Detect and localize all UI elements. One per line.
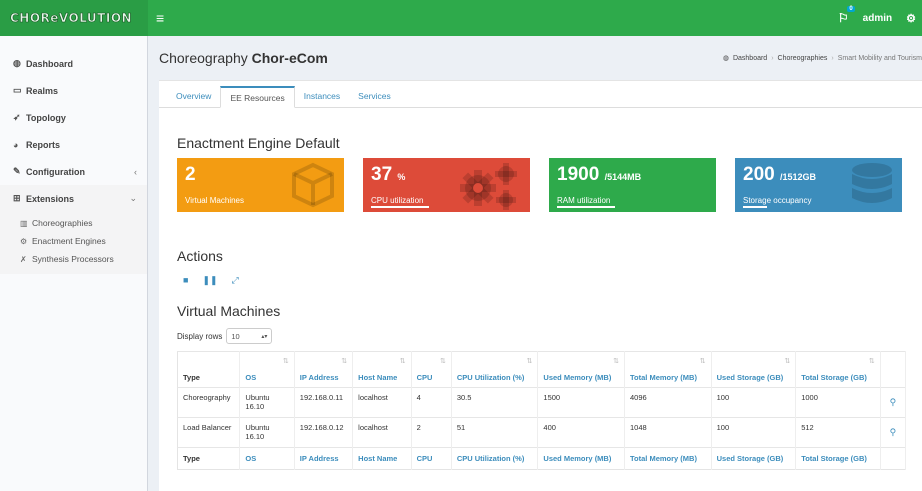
cpu-progress-bar — [371, 206, 429, 208]
notification-count-badge: 0 — [847, 6, 855, 12]
content-header: Choreography Chor-eCom ◍ Dashboard › Cho… — [149, 36, 922, 80]
actions-toolbar: ■ ❚❚ ⤢ — [183, 275, 239, 286]
sidebar-item-label: Extensions — [26, 193, 75, 204]
user-menu[interactable]: admin — [863, 13, 892, 24]
chevron-left-icon: ‹ — [134, 166, 137, 177]
breadcrumb-current: Smart Mobility and Tourism — [837, 54, 922, 62]
search-icon[interactable]: ⚲ — [880, 387, 907, 418]
pie-chart-icon: ◕ — [13, 139, 19, 150]
page-title: Choreography Chor-eCom — [159, 50, 328, 66]
enactment-engine-title: Enactment Engine Default — [177, 135, 340, 151]
tab-instances[interactable]: Instances — [295, 85, 349, 107]
select-caret-icon: ▴▾ — [261, 333, 268, 340]
gears-icon: ⚙ — [20, 236, 28, 246]
sidebar-subitem-choreographies[interactable]: ▥ Choreographies — [0, 214, 147, 232]
sort-icon: ⇅ — [784, 358, 791, 365]
sort-icon: ⇅ — [439, 358, 446, 365]
column-header-cpu-utilization[interactable]: CPU Utilization (%) ⇅ — [451, 351, 539, 388]
sidebar-item-topology[interactable]: ➶ Topology — [0, 104, 147, 131]
storage-progress-bar — [743, 206, 767, 208]
sidebar-item-label: Realms — [26, 85, 59, 96]
sidebar-item-configuration[interactable]: ✎ Configuration ‹ — [0, 158, 147, 185]
display-rows-control: Display rows 10 ▴▾ — [177, 328, 273, 344]
tab-bar: Overview EE Resources Instances Services — [159, 81, 922, 108]
column-header-used-storage[interactable]: Used Storage (GB) ⇅ — [711, 351, 797, 388]
settings-gears-icon[interactable]: ⚙ — [906, 12, 916, 25]
virtual-machines-title: Virtual Machines — [177, 303, 281, 319]
column-header-total-memory[interactable]: Total Memory (MB) ⇅ — [624, 351, 712, 388]
sidebar-item-label: Dashboard — [26, 58, 74, 69]
folder-icon: ▭ — [13, 85, 22, 95]
column-header-type[interactable]: Type — [177, 351, 241, 388]
sidebar-item-extensions[interactable]: ⊞ Extensions ⌄ — [0, 185, 147, 212]
app-logo[interactable]: CHOReVOLUTION — [0, 0, 148, 36]
actions-title: Actions — [177, 248, 223, 264]
stop-icon[interactable]: ■ — [183, 275, 188, 286]
sort-icon: ⇅ — [399, 358, 406, 365]
stat-virtual-machines: 2 Virtual Machines — [177, 158, 344, 212]
sidebar-item-reports[interactable]: ◕ Reports — [0, 131, 147, 158]
display-rows-select[interactable]: 10 ▴▾ — [226, 328, 273, 344]
stat-ram-utilization: 1900 /5144MB RAM utilization — [549, 158, 716, 212]
column-header-cpu[interactable]: CPU ⇅ — [411, 351, 452, 388]
virtual-machines-table: Type OS ⇅ IP Address ⇅ Host Name ⇅ CPU ⇅ CPU… — [177, 351, 907, 470]
gears-icon — [460, 163, 517, 210]
database-icon — [852, 163, 892, 203]
edit-icon: ✎ — [13, 166, 21, 176]
sidebar: ◍ Dashboard ▭ Realms ➶ Topology ◕ Report… — [0, 36, 148, 491]
sort-icon: ⇅ — [341, 358, 348, 365]
chevron-down-icon: ⌄ — [129, 193, 137, 203]
notifications-flag-icon[interactable]: ⚐ 0 — [838, 6, 855, 25]
dashboard-icon: ◍ — [13, 58, 21, 68]
sidebar-subitem-synthesis-processors[interactable]: ✗ Synthesis Processors — [0, 250, 147, 268]
sort-icon: ⇅ — [699, 358, 706, 365]
sort-icon: ⇅ — [868, 358, 875, 365]
column-header-used-memory[interactable]: Used Memory (MB) ⇅ — [537, 351, 626, 388]
table-footer-row: Type OS IP Address Host Name CPU CPU Uti… — [177, 447, 907, 470]
sidebar-item-label: Topology — [26, 112, 66, 123]
bar-chart-icon: ▥ — [20, 218, 28, 228]
search-icon[interactable]: ⚲ — [880, 417, 907, 448]
column-header-ip-address[interactable]: IP Address ⇅ — [294, 351, 354, 388]
stat-cpu-utilization: 37 % CPU utilization — [363, 158, 530, 212]
resize-icon[interactable]: ⤢ — [232, 275, 239, 286]
tab-ee-resources[interactable]: EE Resources — [220, 86, 295, 108]
column-header-os[interactable]: OS ⇅ — [239, 351, 295, 388]
wrench-icon: ✗ — [20, 254, 27, 264]
sidebar-item-realms[interactable]: ▭ Realms — [0, 77, 147, 104]
tab-panel: Overview EE Resources Instances Services… — [159, 80, 922, 491]
column-header-host-name[interactable]: Host Name ⇅ — [352, 351, 412, 388]
main-content: Choreography Chor-eCom ◍ Dashboard › Cho… — [149, 36, 922, 491]
sidebar-toggle-icon[interactable]: ≡ — [156, 10, 164, 26]
breadcrumb: ◍ Dashboard › Choreographies › Smart Mob… — [722, 54, 922, 63]
extensions-submenu: ▥ Choreographies ⚙ Enactment Engines ✗ S… — [0, 212, 147, 274]
table-row: Load Balancer Ubuntu 16.10 192.168.0.12 … — [177, 417, 907, 448]
breadcrumb-dashboard[interactable]: Dashboard — [733, 55, 767, 62]
sidebar-item-label: Reports — [26, 139, 61, 150]
top-navbar: CHOReVOLUTION ≡ ⚐ 0 admin ⚙ — [0, 0, 922, 36]
stat-storage-occupancy: 200 /1512GB Storage occupancy — [735, 158, 902, 212]
breadcrumb-choreographies[interactable]: Choreographies — [778, 55, 828, 62]
sort-icon: ⇅ — [613, 358, 620, 365]
tab-overview[interactable]: Overview — [167, 85, 220, 107]
sidebar-item-dashboard[interactable]: ◍ Dashboard — [0, 50, 147, 77]
sitemap-icon: ⊞ — [13, 193, 21, 203]
table-row: Choreography Ubuntu 16.10 192.168.0.11 l… — [177, 387, 907, 418]
ram-progress-bar — [557, 206, 615, 208]
rocket-icon: ➶ — [13, 112, 21, 122]
column-header-total-storage[interactable]: Total Storage (GB) ⇅ — [795, 351, 881, 388]
column-header-actions — [880, 351, 907, 388]
dashboard-icon: ◍ — [722, 55, 729, 62]
tab-services[interactable]: Services — [349, 85, 400, 107]
sidebar-item-label: Configuration — [26, 166, 85, 177]
sidebar-subitem-enactment-engines[interactable]: ⚙ Enactment Engines — [0, 232, 147, 250]
pause-icon[interactable]: ❚❚ — [202, 275, 217, 286]
cube-icon — [292, 162, 334, 208]
sort-icon: ⇅ — [526, 358, 533, 365]
sort-icon: ⇅ — [282, 358, 289, 365]
